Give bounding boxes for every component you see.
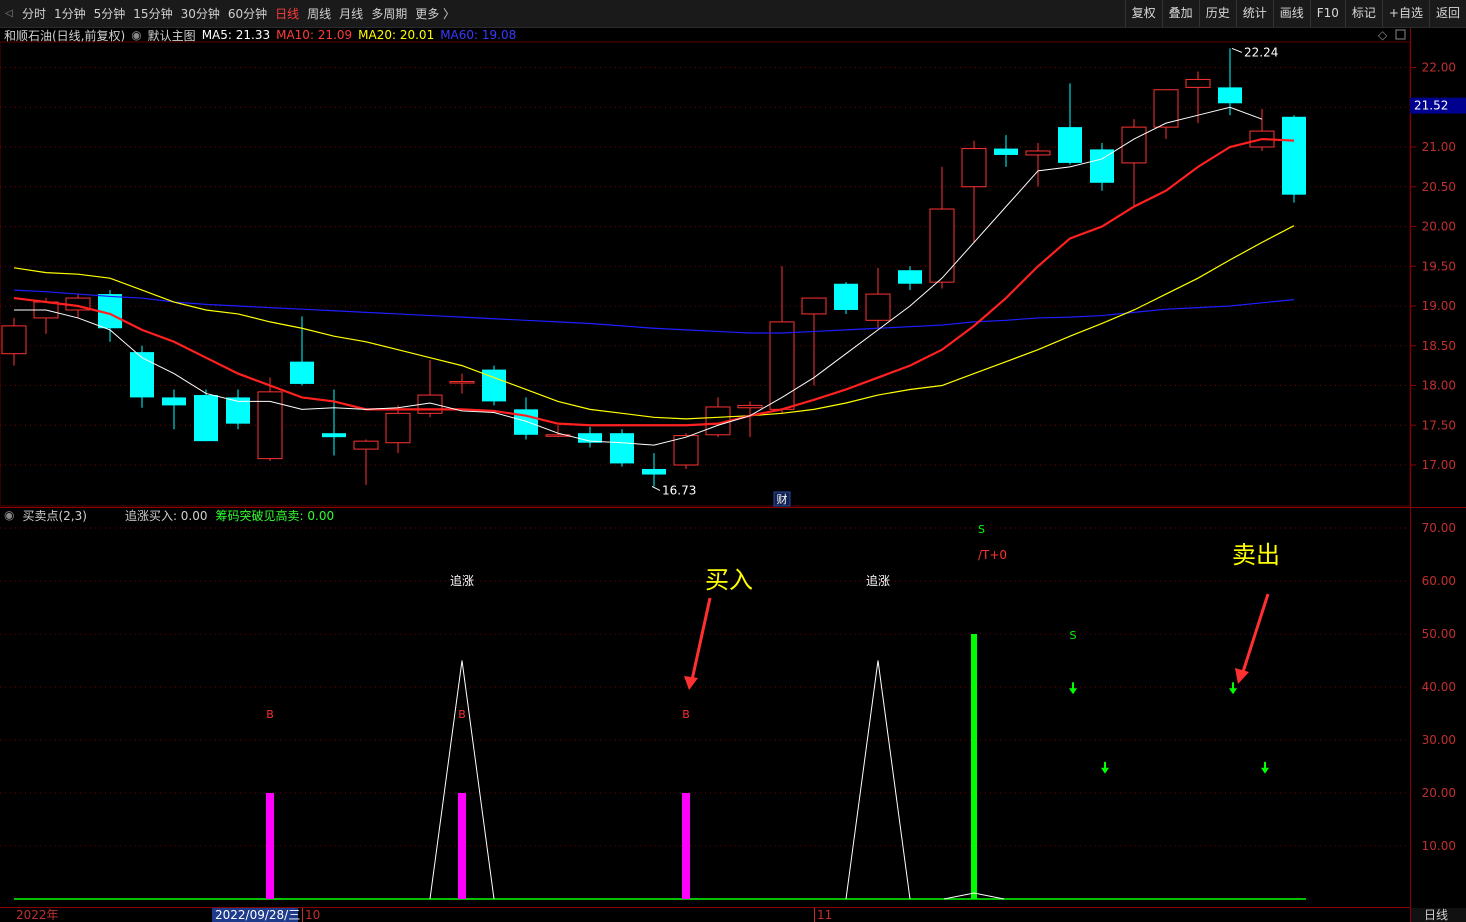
buy-signal-bar	[266, 793, 274, 899]
candle-body	[929, 208, 955, 283]
sell-arrow-head	[1261, 767, 1269, 774]
main-y-tick-label: 20.00	[1422, 220, 1456, 234]
main-y-tick-label: 20.50	[1422, 180, 1456, 194]
footer-month-10: 10	[305, 908, 320, 922]
ind-y-tick-label: 30.00	[1422, 733, 1456, 747]
candle-body	[1, 325, 27, 355]
sell-annotation: 卖出	[1232, 541, 1280, 569]
low-label: 16.73	[662, 483, 696, 497]
main-y-tick-label: 21.00	[1422, 140, 1456, 154]
s-label-top: S	[978, 523, 985, 536]
ind-y-tick-label: 10.00	[1422, 839, 1456, 853]
buy-b-label: B	[458, 708, 466, 721]
chase-label: 追涨	[866, 573, 890, 588]
ind-y-tick-label: 50.00	[1422, 627, 1456, 641]
high-label: 22.24	[1244, 45, 1278, 59]
main-y-tick-label: 18.00	[1422, 379, 1456, 393]
main-y-tick-label: 17.00	[1422, 458, 1456, 472]
green-signal-bar	[971, 634, 977, 899]
candle-body	[1218, 87, 1242, 104]
candle-body	[1025, 150, 1051, 156]
candle-body	[130, 352, 154, 398]
footer-year: 2022年	[16, 908, 59, 922]
ma60-line	[13, 289, 1295, 334]
buy-annotation-arrowhead	[684, 676, 698, 690]
candle-body	[737, 404, 763, 409]
candle-body	[194, 395, 218, 442]
candle-body	[322, 433, 346, 438]
candle-body	[642, 468, 666, 475]
candle-body	[1121, 126, 1147, 164]
candle-body	[801, 297, 827, 315]
footer-date: 2022/09/28/三	[215, 908, 300, 922]
ind-y-tick-label: 20.00	[1422, 786, 1456, 800]
maximize-icon	[1395, 29, 1406, 40]
buy-annotation: 买入	[705, 566, 753, 594]
candle-body	[290, 361, 314, 384]
high-pointer	[1231, 47, 1243, 53]
main-y-tick-label: 19.50	[1422, 259, 1456, 273]
ind-y-tick-label: 70.00	[1422, 521, 1456, 535]
buy-b-label: B	[266, 708, 274, 721]
candle-body	[449, 381, 475, 384]
candle-body	[1282, 116, 1306, 195]
main-y-tick-label: 19.00	[1422, 299, 1456, 313]
candle-body	[1058, 127, 1082, 163]
candle-body	[514, 409, 538, 435]
buy-b-label: B	[682, 708, 690, 721]
ind-y-tick-label: 40.00	[1422, 680, 1456, 694]
candle-body	[353, 440, 379, 450]
chart-canvas[interactable]: 17.00 17.50 18.00 18.50 19.00 19.50 20.00 20.50…	[0, 0, 1466, 922]
candle-body	[994, 148, 1018, 155]
diamond-icon: ◇	[1378, 28, 1388, 42]
main-y-tick-label: 17.50	[1422, 418, 1456, 432]
sell-arrow-head	[1069, 688, 1077, 695]
t0-label: /T+0	[978, 548, 1007, 562]
chase-triangle	[845, 660, 911, 900]
candle-body	[834, 283, 858, 310]
main-y-tick-label: 18.50	[1422, 339, 1456, 353]
footer-period: 日线	[1424, 908, 1448, 922]
candle-body	[162, 397, 186, 406]
candle-body	[1185, 78, 1211, 88]
s-label: S	[1070, 629, 1077, 642]
ind-y-tick-label: 60.00	[1422, 574, 1456, 588]
buy-signal-bar	[682, 793, 690, 899]
candle-body	[769, 321, 795, 410]
candle-body	[385, 412, 411, 444]
low-pointer	[651, 486, 661, 491]
candle-body	[610, 433, 634, 464]
current-price-label: 21.52	[1414, 99, 1448, 113]
candle-body	[961, 148, 987, 188]
event-tag: 财	[777, 492, 788, 506]
buy-signal-bar	[458, 793, 466, 899]
candle-body	[1090, 149, 1114, 183]
candle-body	[673, 435, 699, 466]
buy-annotation-arrow	[690, 597, 712, 681]
stock-chart-app: { "toolbar": { "periods": ["分时","1分钟","5…	[0, 0, 1466, 922]
chase-label: 追涨	[450, 573, 474, 588]
sell-arrow-head	[1229, 688, 1237, 695]
main-y-tick-label: 22.00	[1422, 61, 1456, 75]
footer-month-11: 11	[817, 908, 832, 922]
sell-annotation-arrowhead	[1235, 668, 1249, 684]
candle-body	[865, 293, 891, 321]
sell-annotation-arrow	[1241, 593, 1270, 673]
candle-body	[898, 270, 922, 284]
sell-arrow-head	[1101, 767, 1109, 774]
